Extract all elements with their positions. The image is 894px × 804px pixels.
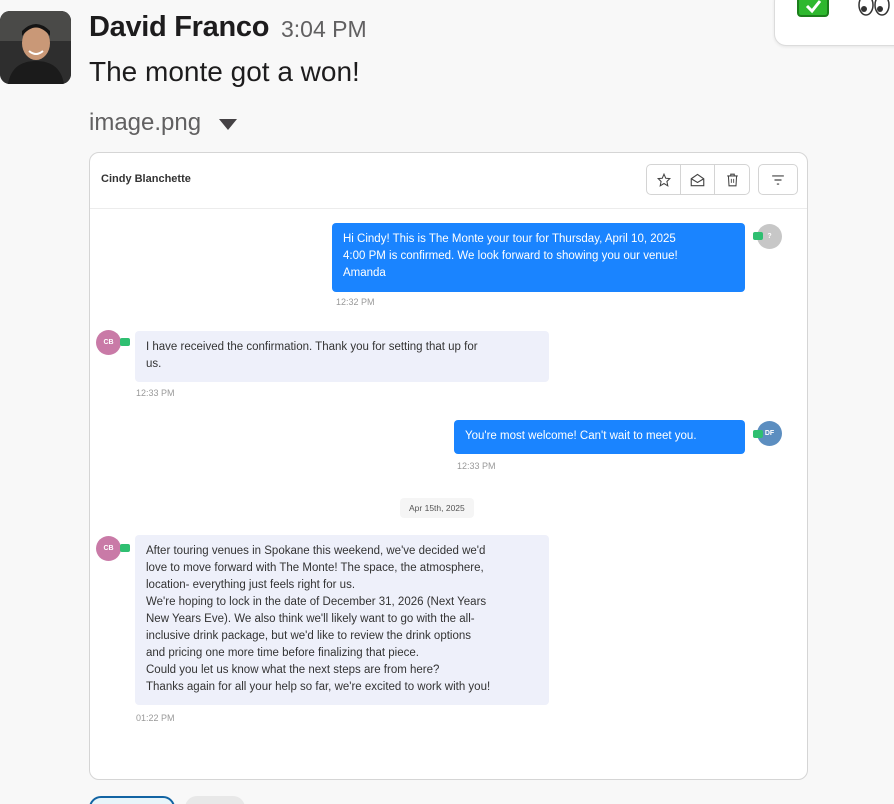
reactions-bar: [774, 0, 894, 46]
reaction-pill[interactable]: [185, 796, 245, 804]
conversation-header: Cindy Blanchette: [90, 153, 807, 209]
message-body: Hi Cindy! This is The Monte your tour fo…: [343, 233, 678, 279]
sms-badge-icon: [753, 232, 763, 240]
trash-icon: [726, 173, 738, 186]
author-avatar[interactable]: [0, 11, 71, 84]
message-bubble-incoming: I have received the confirmation. Thank …: [135, 331, 549, 382]
reaction-pill-selected[interactable]: [89, 796, 175, 804]
eyes-icon[interactable]: [857, 0, 891, 17]
envelope-open-icon: [690, 173, 705, 186]
caret-down-icon[interactable]: [219, 118, 238, 130]
image-preview[interactable]: Cindy Blanchette Hi Cindy! This is The M…: [89, 152, 808, 780]
contact-avatar: CB: [96, 330, 121, 355]
sms-badge-icon: [120, 338, 130, 346]
message-time: 01:22 PM: [136, 713, 175, 723]
check-mark-icon[interactable]: [797, 0, 829, 17]
filter-icon: [772, 174, 784, 185]
contact-name: Cindy Blanchette: [101, 173, 191, 185]
message-body: After touring venues in Spokane this wee…: [146, 545, 491, 693]
message-body: I have received the confirmation. Thank …: [146, 341, 478, 370]
message-bubble-incoming: After touring venues in Spokane this wee…: [135, 535, 549, 705]
date-divider: Apr 15th, 2025: [400, 498, 474, 518]
star-button[interactable]: [647, 165, 681, 194]
message-bubble-outgoing: Hi Cindy! This is The Monte your tour fo…: [332, 223, 745, 292]
message-text: The monte got a won!: [89, 56, 360, 87]
message-author[interactable]: David Franco: [89, 11, 269, 44]
message-time: 12:32 PM: [336, 297, 375, 307]
conversation-actions: [646, 164, 750, 195]
sms-badge-icon: [753, 430, 763, 438]
message-time: 12:33 PM: [457, 461, 496, 471]
message-time: 12:33 PM: [136, 388, 175, 398]
message-timestamp[interactable]: 3:04 PM: [281, 16, 367, 43]
file-name: image.png: [89, 109, 202, 136]
filter-button[interactable]: [758, 164, 798, 195]
message-bubble-outgoing: You're most welcome! Can't wait to meet …: [454, 420, 745, 454]
sms-badge-icon: [120, 544, 130, 552]
delete-button[interactable]: [715, 165, 749, 194]
mark-read-button[interactable]: [681, 165, 715, 194]
contact-avatar: CB: [96, 536, 121, 561]
file-attachment-header[interactable]: image.png: [89, 109, 238, 137]
star-icon: [656, 172, 671, 187]
message-body: You're most welcome! Can't wait to meet …: [465, 430, 697, 442]
